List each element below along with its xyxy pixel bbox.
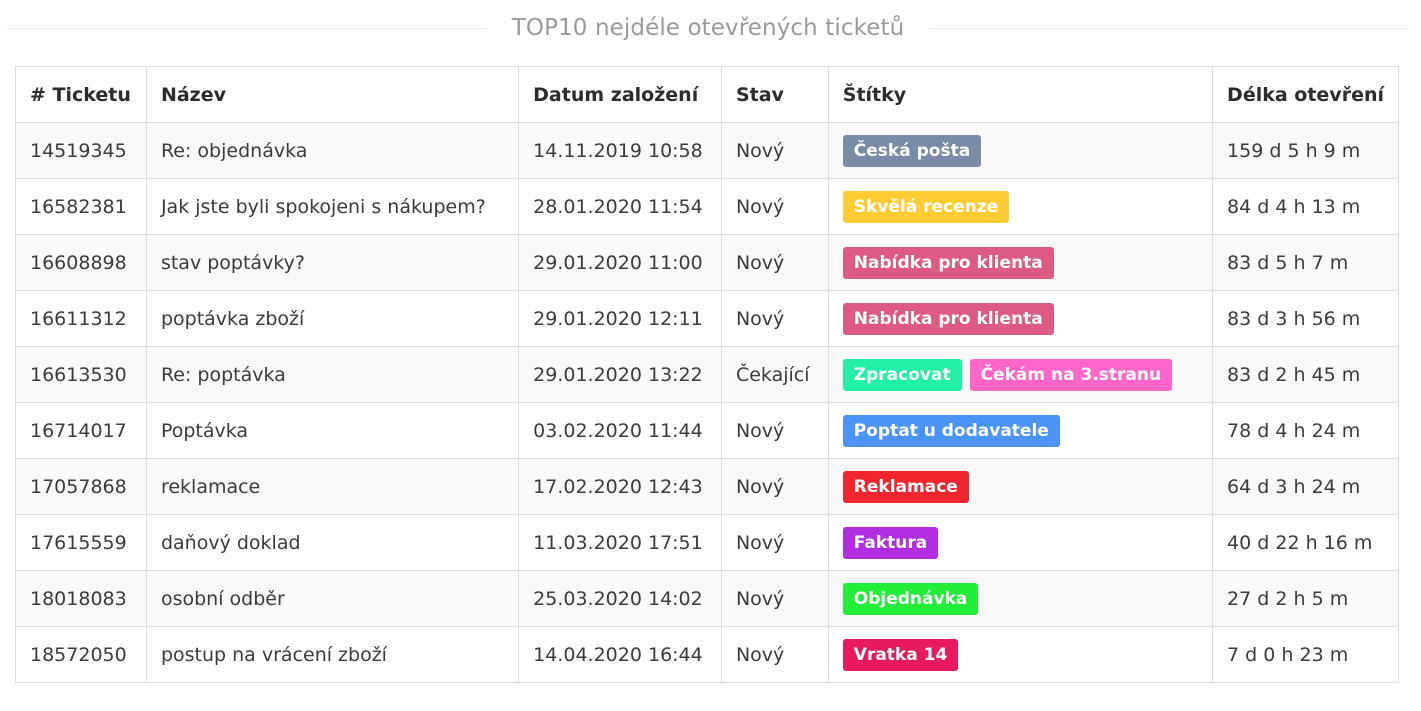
created-date-cell: 14.11.2019 10:58 <box>518 122 722 179</box>
ticket-number-cell[interactable]: 18572050 <box>15 626 147 683</box>
tags-cell: Skvělá recenze <box>827 178 1214 235</box>
ticket-name-cell[interactable]: osobní odběr <box>145 570 520 627</box>
created-date-cell: 29.01.2020 13:22 <box>518 346 722 403</box>
ticket-name-cell[interactable]: reklamace <box>145 458 520 515</box>
ticket-name-cell[interactable]: postup na vrácení zboží <box>145 626 520 683</box>
tag-badge[interactable]: Poptat u dodavatele <box>842 414 1060 447</box>
ticket-number-cell[interactable]: 14519345 <box>15 122 147 179</box>
open-duration-cell: 78 d 4 h 24 m <box>1212 402 1399 459</box>
table-row[interactable]: 18018083 osobní odběr 25.03.2020 14:02 Nový… <box>15 570 1399 627</box>
ticket-number-cell[interactable]: 16611312 <box>15 290 147 347</box>
open-duration-cell: 7 d 0 h 23 m <box>1212 626 1399 683</box>
state-cell: Nový <box>720 178 829 235</box>
state-cell: Nový <box>720 234 829 291</box>
table-header: # Ticketu Název Datum založení Stav Štít… <box>15 66 1399 123</box>
open-duration-cell: 64 d 3 h 24 m <box>1212 458 1399 515</box>
tag-badge[interactable]: Zpracovat <box>842 358 962 391</box>
created-date-cell: 03.02.2020 11:44 <box>518 402 722 459</box>
tickets-table: # Ticketu Název Datum založení Stav Štít… <box>15 66 1399 683</box>
col-state[interactable]: Stav <box>720 66 829 123</box>
table-row[interactable]: 17615559 daňový doklad 11.03.2020 17:51 Nov… <box>15 514 1399 571</box>
table-body: 14519345 Re: objednávka 14.11.2019 10:58 No… <box>15 122 1399 683</box>
ticket-number-cell[interactable]: 16613530 <box>15 346 147 403</box>
tags-cell: Poptat u dodavatele <box>827 402 1214 459</box>
tags-cell: Faktura <box>827 514 1214 571</box>
ticket-number-cell[interactable]: 17615559 <box>15 514 147 571</box>
open-duration-cell: 83 d 2 h 45 m <box>1212 346 1399 403</box>
header-row: # Ticketu Název Datum založení Stav Štít… <box>15 66 1399 123</box>
ticket-name-cell[interactable]: Poptávka <box>145 402 520 459</box>
col-ticket-number[interactable]: # Ticketu <box>15 66 147 123</box>
state-cell: Nový <box>720 458 829 515</box>
state-cell: Nový <box>720 570 829 627</box>
table-row[interactable]: 18572050 postup na vrácení zboží 14.04.202… <box>15 626 1399 683</box>
created-date-cell: 28.01.2020 11:54 <box>518 178 722 235</box>
tag-badge[interactable]: Faktura <box>842 526 939 559</box>
col-created-date[interactable]: Datum založení <box>518 66 722 123</box>
ticket-number-cell[interactable]: 18018083 <box>15 570 147 627</box>
tags-cell: Zpracovat Čekám na 3.stranu <box>827 346 1214 403</box>
state-cell: Nový <box>720 626 829 683</box>
created-date-cell: 29.01.2020 11:00 <box>518 234 722 291</box>
open-duration-cell: 84 d 4 h 13 m <box>1212 178 1399 235</box>
created-date-cell: 29.01.2020 12:11 <box>518 290 722 347</box>
tag-badge[interactable]: Čekám na 3.stranu <box>969 358 1173 391</box>
created-date-cell: 11.03.2020 17:51 <box>518 514 722 571</box>
open-duration-cell: 27 d 2 h 5 m <box>1212 570 1399 627</box>
state-cell: Nový <box>720 290 829 347</box>
table-row[interactable]: 17057868 reklamace 17.02.2020 12:43 Nový Rek… <box>15 458 1399 515</box>
tags-cell: Reklamace <box>827 458 1214 515</box>
table-row[interactable]: 16613530 Re: poptávka 29.01.2020 13:22 Čeka… <box>15 346 1399 403</box>
tag-badge[interactable]: Nabídka pro klienta <box>842 246 1054 279</box>
table-row[interactable]: 16611312 poptávka zboží 29.01.2020 12:11 No… <box>15 290 1399 347</box>
table-row[interactable]: 14519345 Re: objednávka 14.11.2019 10:58 No… <box>15 122 1399 179</box>
tags-cell: Vratka 14 <box>827 626 1214 683</box>
col-name[interactable]: Název <box>145 66 520 123</box>
ticket-name-cell[interactable]: daňový doklad <box>145 514 520 571</box>
divider-left <box>7 27 487 29</box>
state-cell: Nový <box>720 514 829 571</box>
tags-cell: Nabídka pro klienta <box>827 290 1214 347</box>
ticket-name-cell[interactable]: Re: poptávka <box>145 346 520 403</box>
divider-right <box>929 27 1409 29</box>
table-row[interactable]: 16582381 Jak jste byli spokojeni s nákupe… <box>15 178 1399 235</box>
tag-badge[interactable]: Česká pošta <box>842 134 982 167</box>
created-date-cell: 25.03.2020 14:02 <box>518 570 722 627</box>
tag-badge[interactable]: Skvělá recenze <box>842 190 1010 223</box>
tag-badge[interactable]: Objednávka <box>842 582 979 615</box>
state-cell: Nový <box>720 402 829 459</box>
created-date-cell: 14.04.2020 16:44 <box>518 626 722 683</box>
ticket-name-cell[interactable]: Jak jste byli spokojeni s nákupem? <box>145 178 520 235</box>
col-tags[interactable]: Štítky <box>827 66 1214 123</box>
ticket-name-cell[interactable]: poptávka zboží <box>145 290 520 347</box>
state-cell: Nový <box>720 122 829 179</box>
tags-cell: Nabídka pro klienta <box>827 234 1214 291</box>
open-duration-cell: 159 d 5 h 9 m <box>1212 122 1399 179</box>
table-row[interactable]: 16608898 stav poptávky? 29.01.2020 11:00 No… <box>15 234 1399 291</box>
state-cell: Čekající <box>720 346 829 403</box>
ticket-number-cell[interactable]: 16608898 <box>15 234 147 291</box>
section-title: TOP10 nejdéle otevřených ticketů <box>511 15 905 41</box>
tag-badge[interactable]: Reklamace <box>842 470 969 503</box>
col-open-duration[interactable]: Délka otevření <box>1212 66 1399 123</box>
tag-badge[interactable]: Nabídka pro klienta <box>842 302 1054 335</box>
open-duration-cell: 83 d 3 h 56 m <box>1212 290 1399 347</box>
ticket-number-cell[interactable]: 17057868 <box>15 458 147 515</box>
table-row[interactable]: 16714017 Poptávka 03.02.2020 11:44 Nový Popt… <box>15 402 1399 459</box>
created-date-cell: 17.02.2020 12:43 <box>518 458 722 515</box>
ticket-number-cell[interactable]: 16582381 <box>15 178 147 235</box>
ticket-name-cell[interactable]: Re: objednávka <box>145 122 520 179</box>
tag-badge[interactable]: Vratka 14 <box>842 638 959 671</box>
section-header: TOP10 nejdéle otevřených ticketů <box>7 10 1409 46</box>
tags-cell: Česká pošta <box>827 122 1214 179</box>
open-duration-cell: 83 d 5 h 7 m <box>1212 234 1399 291</box>
tags-cell: Objednávka <box>827 570 1214 627</box>
open-duration-cell: 40 d 22 h 16 m <box>1212 514 1399 571</box>
ticket-name-cell[interactable]: stav poptávky? <box>145 234 520 291</box>
ticket-number-cell[interactable]: 16714017 <box>15 402 147 459</box>
